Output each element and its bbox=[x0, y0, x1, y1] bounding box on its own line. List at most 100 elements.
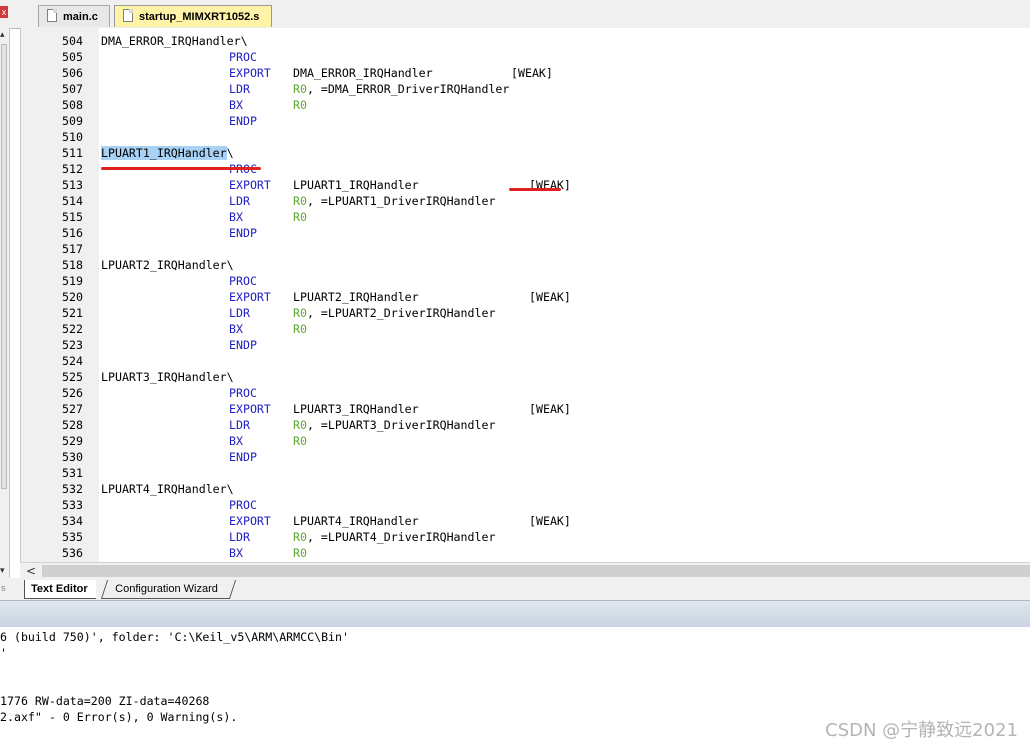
line-number: 519 bbox=[62, 274, 83, 288]
code-option: [WEAK] bbox=[529, 290, 571, 304]
code-mnemonic: ENDP bbox=[229, 338, 257, 352]
code-line[interactable]: 533 PROC bbox=[21, 497, 1030, 513]
code-line[interactable]: 536 BX R0 bbox=[21, 545, 1030, 561]
scroll-left-arrow-icon[interactable]: < bbox=[26, 563, 36, 579]
code-line[interactable]: 515 BX R0 bbox=[21, 209, 1030, 225]
line-number: 525 bbox=[62, 370, 83, 384]
code-operand: R0 bbox=[293, 321, 307, 337]
line-number: 517 bbox=[62, 242, 83, 256]
code-line[interactable]: 507 LDR R0, =DMA_ERROR_DriverIRQHandler bbox=[21, 81, 1030, 97]
scrollbar-thumb[interactable] bbox=[1, 44, 7, 489]
code-line[interactable]: 525 LPUART3_IRQHandler\ bbox=[21, 369, 1030, 385]
watermark: CSDN @宁静致远2021 bbox=[825, 720, 1018, 741]
code-operand: LPUART3_IRQHandler bbox=[293, 402, 419, 416]
line-number: 532 bbox=[62, 482, 83, 496]
line-number: 526 bbox=[62, 386, 83, 400]
code-mnemonic: LDR bbox=[229, 306, 250, 320]
code-operand: DMA_ERROR_IRQHandler bbox=[293, 66, 433, 80]
code-editor[interactable]: 504 DMA_ERROR_IRQHandler\ 505 PROC 506 EXPORT… bbox=[20, 28, 1030, 562]
line-number: 510 bbox=[62, 130, 83, 144]
tab-label: main.c bbox=[63, 10, 98, 23]
build-output-line: 6 (build 750)', folder: 'C:\Keil_v5\ARM\… bbox=[0, 630, 350, 644]
code-operand: LPUART4_IRQHandler bbox=[293, 514, 419, 528]
line-number: 527 bbox=[62, 402, 83, 416]
line-number: 535 bbox=[62, 530, 83, 544]
line-number: 523 bbox=[62, 338, 83, 352]
code-operand: R0, =LPUART4_DriverIRQHandler bbox=[293, 530, 496, 544]
code-mnemonic: PROC bbox=[229, 386, 257, 400]
code-line[interactable]: 505 PROC bbox=[21, 49, 1030, 65]
close-icon[interactable]: x bbox=[0, 6, 8, 18]
scrollbar-thumb[interactable] bbox=[42, 565, 1030, 577]
code-mnemonic: LDR bbox=[229, 82, 250, 96]
code-line[interactable]: 529 BX R0 bbox=[21, 433, 1030, 449]
code-line[interactable]: 518 LPUART2_IRQHandler\ bbox=[21, 257, 1030, 273]
build-output-line: 1776 RW-data=200 ZI-data=40268 bbox=[0, 694, 210, 708]
code-operand: R0 bbox=[293, 97, 307, 113]
code-mnemonic: EXPORT bbox=[229, 402, 271, 416]
code-line[interactable]: 517 bbox=[21, 241, 1030, 257]
code-line[interactable]: 530 ENDP bbox=[21, 449, 1030, 465]
line-number: 508 bbox=[62, 98, 83, 112]
scroll-down-arrow-icon[interactable]: ▾ bbox=[0, 566, 5, 576]
vertical-scrollbar[interactable]: ▴ ▾ bbox=[0, 28, 10, 578]
panel-edge-label: s bbox=[1, 583, 6, 593]
tab-configuration-wizard[interactable]: Configuration Wizard bbox=[100, 580, 236, 599]
code-mnemonic: EXPORT bbox=[229, 66, 271, 80]
tab-label: Configuration Wizard bbox=[115, 583, 218, 595]
code-label: LPUART2_IRQHandler\ bbox=[101, 258, 234, 272]
code-mnemonic: BX bbox=[229, 546, 243, 560]
line-number: 518 bbox=[62, 258, 83, 272]
code-line[interactable]: 535 LDR R0, =LPUART4_DriverIRQHandler bbox=[21, 529, 1030, 545]
code-line[interactable]: 534 EXPORT LPUART4_IRQHandler [WEAK] bbox=[21, 513, 1030, 529]
code-line[interactable]: 504 DMA_ERROR_IRQHandler\ bbox=[21, 33, 1030, 49]
code-mnemonic: EXPORT bbox=[229, 178, 271, 192]
code-line[interactable]: 531 bbox=[21, 465, 1030, 481]
code-line[interactable]: 516 ENDP bbox=[21, 225, 1030, 241]
tab-label: Text Editor bbox=[31, 583, 88, 595]
code-register: R0 bbox=[293, 210, 307, 224]
code-line[interactable]: 514 LDR R0, =LPUART1_DriverIRQHandler bbox=[21, 193, 1030, 209]
code-operand: LPUART1_IRQHandler bbox=[293, 178, 419, 192]
code-operand: R0 bbox=[293, 433, 307, 449]
tab-label: startup_MIMXRT1052.s bbox=[139, 10, 260, 23]
panel-splitter[interactable] bbox=[0, 600, 1030, 628]
code-mnemonic: ENDP bbox=[229, 226, 257, 240]
code-line[interactable]: 508 BX R0 bbox=[21, 97, 1030, 113]
code-line[interactable]: 523 ENDP bbox=[21, 337, 1030, 353]
line-number: 521 bbox=[62, 306, 83, 320]
code-line[interactable]: 524 bbox=[21, 353, 1030, 369]
line-number: 534 bbox=[62, 514, 83, 528]
code-line[interactable]: 506 EXPORT DMA_ERROR_IRQHandler [WEAK] bbox=[21, 65, 1030, 81]
tab-startup-file[interactable]: startup_MIMXRT1052.s bbox=[114, 5, 272, 27]
code-line[interactable]: 510 bbox=[21, 129, 1030, 145]
code-register: R0 bbox=[293, 306, 307, 320]
scroll-up-arrow-icon[interactable]: ▴ bbox=[0, 30, 5, 40]
code-register: R0 bbox=[293, 530, 307, 544]
line-number: 514 bbox=[62, 194, 83, 208]
code-line[interactable]: 527 EXPORT LPUART3_IRQHandler [WEAK] bbox=[21, 401, 1030, 417]
code-line[interactable]: 528 LDR R0, =LPUART3_DriverIRQHandler bbox=[21, 417, 1030, 433]
code-line[interactable]: 511 LPUART1_IRQHandler\ bbox=[21, 145, 1030, 161]
code-line[interactable]: 521 LDR R0, =LPUART2_DriverIRQHandler bbox=[21, 305, 1030, 321]
code-line[interactable]: 509 ENDP bbox=[21, 113, 1030, 129]
code-mnemonic: LDR bbox=[229, 194, 250, 208]
tab-main-c[interactable]: main.c bbox=[38, 5, 110, 27]
code-line[interactable]: 522 BX R0 bbox=[21, 321, 1030, 337]
code-line[interactable]: 520 EXPORT LPUART2_IRQHandler [WEAK] bbox=[21, 289, 1030, 305]
selected-text: LPUART1_IRQHandler bbox=[101, 146, 227, 160]
line-number: 529 bbox=[62, 434, 83, 448]
tab-text-editor[interactable]: Text Editor bbox=[24, 580, 96, 599]
horizontal-scrollbar[interactable]: < bbox=[20, 562, 1030, 579]
code-line[interactable]: 526 PROC bbox=[21, 385, 1030, 401]
line-number: 504 bbox=[62, 34, 83, 48]
line-number: 513 bbox=[62, 178, 83, 192]
code-label: LPUART1_IRQHandler\ bbox=[101, 146, 234, 160]
code-line[interactable]: 532 LPUART4_IRQHandler\ bbox=[21, 481, 1030, 497]
code-register: R0 bbox=[293, 434, 307, 448]
code-mnemonic: ENDP bbox=[229, 450, 257, 464]
code-mnemonic: PROC bbox=[229, 274, 257, 288]
code-line[interactable]: 519 PROC bbox=[21, 273, 1030, 289]
code-operand: R0 bbox=[293, 545, 307, 561]
annotation-underline-label bbox=[101, 167, 261, 170]
